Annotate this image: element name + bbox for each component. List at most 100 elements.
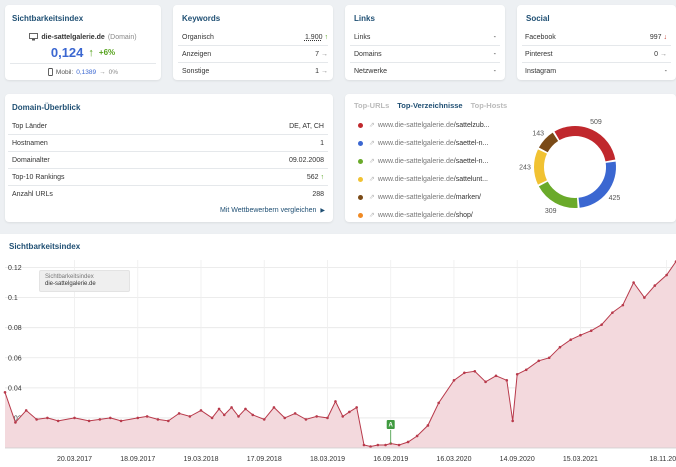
data-point[interactable] <box>537 359 541 363</box>
social-row-facebook[interactable]: Facebook 997 ↓ <box>522 29 671 46</box>
social-row-instagram[interactable]: Instagram - <box>522 63 671 80</box>
data-point[interactable] <box>579 333 582 337</box>
data-point[interactable] <box>315 415 318 418</box>
tab-top-hosts[interactable]: Top-Hosts <box>471 101 508 110</box>
donut-slice[interactable] <box>554 126 616 162</box>
data-point[interactable] <box>643 296 646 299</box>
data-point[interactable] <box>145 415 149 418</box>
data-point[interactable] <box>415 434 419 438</box>
keywords-row-sonstige[interactable]: Sonstige 1 → <box>178 63 328 80</box>
external-link-icon[interactable]: ⇗ <box>369 175 375 183</box>
compare-link[interactable]: Mit Wettbewerbern vergleichen ▶ <box>220 207 325 214</box>
data-point[interactable] <box>167 419 170 423</box>
data-point[interactable] <box>511 419 514 423</box>
directory-item[interactable]: ⇗ www.die-sattelgalerie.de/saettel-n... <box>358 134 508 152</box>
data-point[interactable] <box>473 369 477 373</box>
data-point[interactable] <box>494 374 498 378</box>
data-point[interactable] <box>237 415 240 418</box>
external-link-icon[interactable]: ⇗ <box>369 193 375 201</box>
data-point[interactable] <box>484 380 487 384</box>
keywords-row-organisch[interactable]: Organisch 1.900 ↑ <box>178 29 328 46</box>
data-point[interactable] <box>397 443 401 447</box>
donut-slice[interactable] <box>534 149 548 185</box>
external-link-icon[interactable]: ⇗ <box>369 121 375 129</box>
visibility-area-chart[interactable]: 0.020.040.060.080.10.1220.03.2017 18.09.2… <box>0 234 676 467</box>
links-row-links[interactable]: Links - <box>350 29 500 46</box>
data-point[interactable] <box>230 406 233 409</box>
tab-top-verzeichnisse[interactable]: Top-Verzeichnisse <box>397 101 462 110</box>
external-link-icon[interactable]: ⇗ <box>369 211 375 219</box>
data-point[interactable] <box>293 412 297 415</box>
data-point[interactable] <box>452 379 456 382</box>
data-point[interactable] <box>283 416 287 420</box>
domain-name[interactable]: die-sattelgalerie.de <box>41 34 104 41</box>
domain-row-top10[interactable]: Top-10 Rankings 562 ↑ <box>8 169 328 186</box>
domain-row-urls[interactable]: Anzahl URLs 288 <box>8 186 328 203</box>
data-point[interactable] <box>341 415 345 418</box>
data-point[interactable] <box>3 391 7 394</box>
external-link-icon[interactable]: ⇗ <box>369 157 375 165</box>
data-point[interactable] <box>108 416 112 420</box>
data-point[interactable] <box>505 379 509 382</box>
links-row-netzwerke[interactable]: Netzwerke - <box>350 63 500 80</box>
tab-top-urls[interactable]: Top-URLs <box>354 101 389 110</box>
data-point[interactable] <box>524 368 528 372</box>
data-point[interactable] <box>251 413 255 417</box>
data-point[interactable] <box>515 373 519 376</box>
directory-item[interactable]: ⇗ www.die-sattelgalerie.de/shop/ <box>358 206 508 224</box>
data-point[interactable] <box>589 329 593 332</box>
data-point[interactable] <box>262 418 266 421</box>
social-row-pinterest[interactable]: Pinterest 0 → <box>522 46 671 63</box>
donut-slice[interactable] <box>578 161 616 208</box>
data-point[interactable] <box>362 443 366 447</box>
donut-slice[interactable] <box>538 132 559 153</box>
data-point[interactable] <box>653 284 657 287</box>
links-row-domains[interactable]: Domains - <box>350 46 500 63</box>
data-point[interactable] <box>600 323 603 326</box>
data-point[interactable] <box>35 418 38 421</box>
data-point[interactable] <box>437 401 440 405</box>
data-point[interactable] <box>348 410 351 414</box>
data-point[interactable] <box>14 421 17 424</box>
data-point[interactable] <box>156 418 160 421</box>
data-point[interactable] <box>222 413 226 417</box>
data-point[interactable] <box>177 412 181 415</box>
data-point[interactable] <box>244 407 247 411</box>
keywords-row-anzeigen[interactable]: Anzeigen 7 → <box>178 46 328 63</box>
data-point[interactable] <box>665 273 668 277</box>
data-point[interactable] <box>24 409 28 412</box>
data-point[interactable] <box>355 406 358 409</box>
data-point[interactable] <box>621 303 625 307</box>
data-point[interactable] <box>376 443 380 447</box>
data-point[interactable] <box>632 281 635 284</box>
data-point[interactable] <box>56 419 60 423</box>
data-point[interactable] <box>272 406 276 409</box>
directories-donut-chart[interactable]: 509 425 309 243 143 <box>517 112 647 222</box>
data-point[interactable] <box>188 415 192 418</box>
data-point[interactable] <box>210 416 214 420</box>
data-point[interactable] <box>73 416 76 420</box>
data-point[interactable] <box>98 418 102 421</box>
external-link-icon[interactable]: ⇗ <box>369 139 375 147</box>
directory-item[interactable]: ⇗ www.die-sattelgalerie.de/marken/ <box>358 188 508 206</box>
donut-slice[interactable] <box>538 181 578 208</box>
directory-item[interactable]: ⇗ www.die-sattelgalerie.de/sattelunt... <box>358 170 508 188</box>
data-point[interactable] <box>46 416 49 420</box>
data-point[interactable] <box>217 407 221 411</box>
data-point[interactable] <box>326 416 329 420</box>
directory-item[interactable]: ⇗ www.die-sattelgalerie.de/saettel-n... <box>358 152 508 170</box>
row-value[interactable]: 1.900 <box>305 34 323 41</box>
data-point[interactable] <box>119 419 123 423</box>
data-point[interactable] <box>463 371 466 375</box>
data-point[interactable] <box>384 443 387 447</box>
data-point[interactable] <box>369 445 372 448</box>
data-point[interactable] <box>199 409 203 412</box>
data-point[interactable] <box>87 419 91 423</box>
data-point[interactable] <box>406 440 410 444</box>
data-point[interactable] <box>334 400 337 403</box>
data-point[interactable] <box>569 338 573 342</box>
data-point[interactable] <box>547 356 551 360</box>
data-point[interactable] <box>558 345 562 349</box>
data-point[interactable] <box>611 311 614 314</box>
data-point[interactable] <box>304 418 308 421</box>
